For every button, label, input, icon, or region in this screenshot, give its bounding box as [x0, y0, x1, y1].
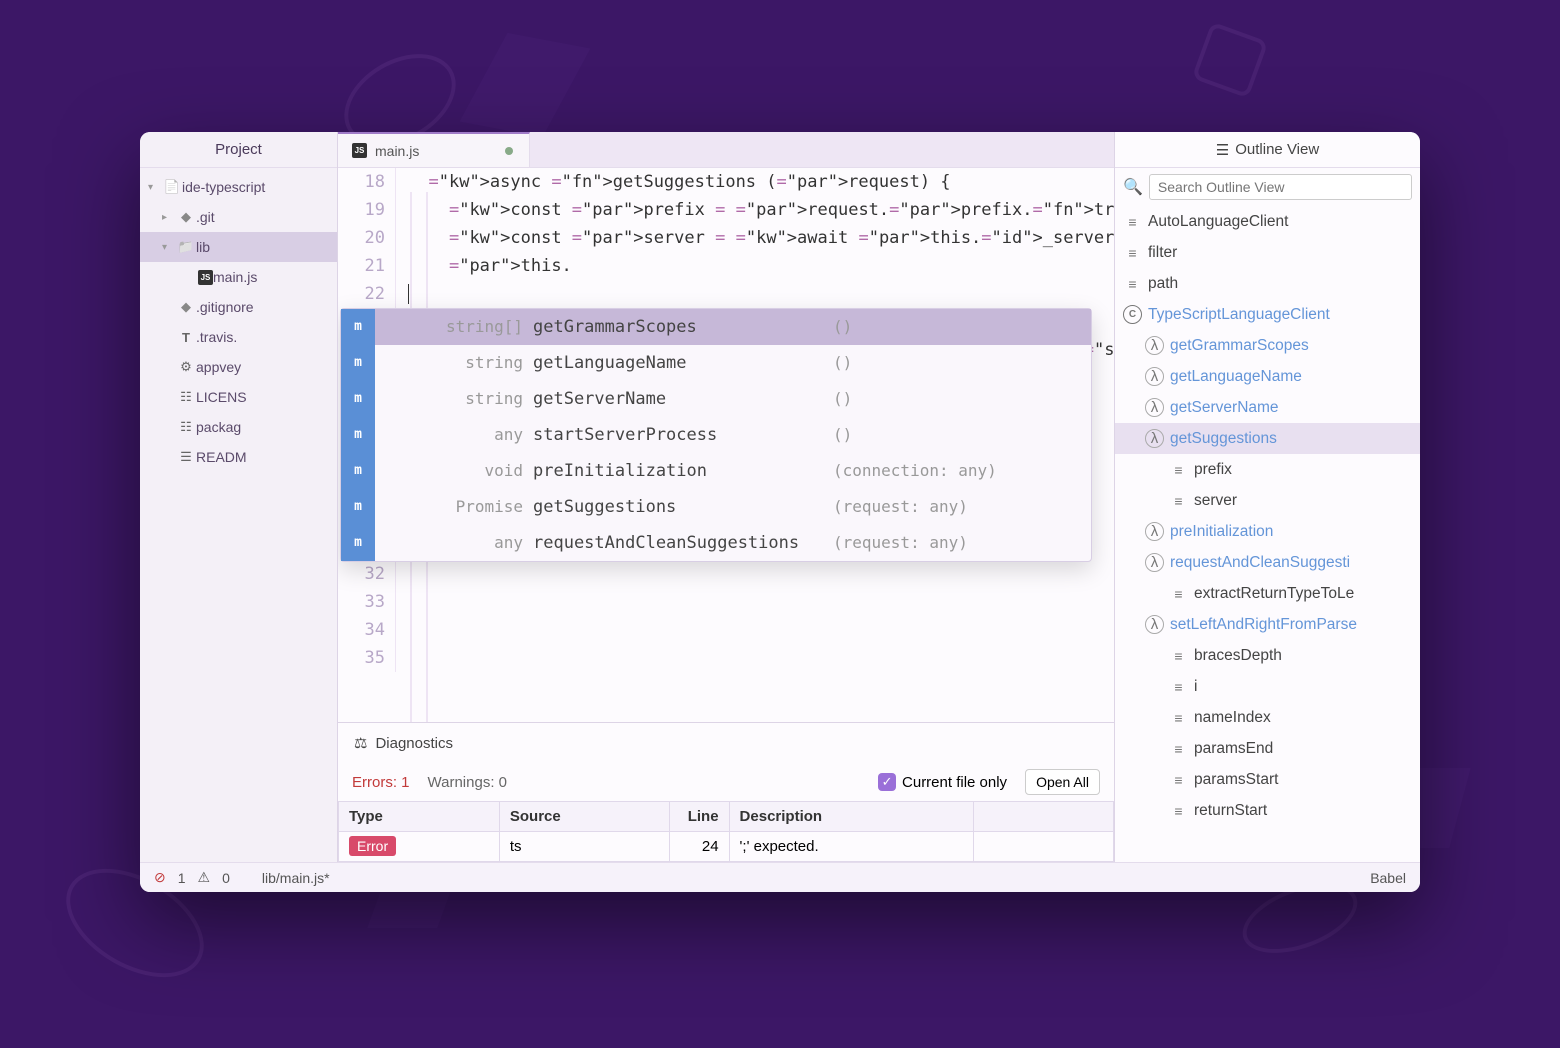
tree-item[interactable]: ▾ide-typescript — [140, 172, 337, 202]
diagnostics-table: TypeSourceLineDescription Errorts24';' e… — [338, 801, 1114, 862]
outline-item[interactable]: requestAndCleanSuggesti — [1115, 547, 1420, 578]
code-editor[interactable]: 181920212223242526272829303132333435 ="k… — [338, 168, 1114, 722]
editor-window: Project ▾ide-typescript▸.git▾libJSmain.j… — [140, 132, 1420, 892]
project-title: Project — [140, 132, 337, 168]
dirty-dot-icon — [505, 147, 513, 155]
tree-item[interactable]: packag — [140, 412, 337, 442]
fn-icon — [1145, 429, 1164, 448]
current-file-only-checkbox[interactable]: ✓ Current file only — [878, 773, 1007, 791]
autocomplete-item[interactable]: mPromisegetSuggestions(request: any) — [341, 489, 1091, 525]
outline-item[interactable]: prefix — [1115, 454, 1420, 485]
outline-item[interactable]: bracesDepth — [1115, 640, 1420, 671]
tree-item[interactable]: appvey — [140, 352, 337, 382]
var-icon — [1123, 274, 1142, 293]
scales-icon: ⚖ — [354, 734, 367, 752]
tree-item[interactable]: ▾lib — [140, 232, 337, 262]
outline-item[interactable]: AutoLanguageClient — [1115, 206, 1420, 237]
autocomplete-item[interactable]: mstringgetServerName() — [341, 381, 1091, 417]
status-path: lib/main.js* — [262, 870, 330, 886]
status-errors: 1 — [178, 870, 186, 886]
var-icon — [1169, 460, 1188, 479]
var-icon — [1169, 770, 1188, 789]
tree-item[interactable]: READM — [140, 442, 337, 472]
tree-item[interactable]: JSmain.js — [140, 262, 337, 292]
autocomplete-item[interactable]: manystartServerProcess() — [341, 417, 1091, 453]
var-icon — [1123, 212, 1142, 231]
status-warnings: 0 — [222, 870, 230, 886]
var-icon — [1169, 739, 1188, 758]
outline-item[interactable]: extractReturnTypeToLe — [1115, 578, 1420, 609]
outline-item[interactable]: TypeScriptLanguageClient — [1115, 299, 1420, 330]
main-area: Project ▾ide-typescript▸.git▾libJSmain.j… — [140, 132, 1420, 862]
tree-item[interactable]: LICENS — [140, 382, 337, 412]
outline-item[interactable]: preInitialization — [1115, 516, 1420, 547]
outline-item[interactable]: i — [1115, 671, 1420, 702]
outline-list[interactable]: AutoLanguageClientfilterpathTypeScriptLa… — [1115, 206, 1420, 862]
error-icon[interactable]: ⊘ — [154, 869, 166, 886]
var-icon — [1169, 584, 1188, 603]
autocomplete-popup[interactable]: mstring[]getGrammarScopes()mstringgetLan… — [340, 308, 1092, 562]
fn-icon — [1145, 615, 1164, 634]
warnings-count: Warnings: 0 — [428, 774, 507, 791]
tab-bar: JS main.js — [338, 132, 1114, 168]
list-icon: ☰ — [1216, 141, 1229, 159]
autocomplete-item[interactable]: mvoidpreInitialization(connection: any) — [341, 453, 1091, 489]
cls-icon — [1123, 305, 1142, 324]
diagnostics-title: Diagnostics — [375, 735, 453, 752]
outline-item[interactable]: filter — [1115, 237, 1420, 268]
var-icon — [1169, 677, 1188, 696]
outline-item[interactable]: setLeftAndRightFromParse — [1115, 609, 1420, 640]
outline-search-input[interactable] — [1149, 174, 1412, 200]
check-icon: ✓ — [878, 773, 896, 791]
tree-item[interactable]: .gitignore — [140, 292, 337, 322]
diagnostic-row[interactable]: Errorts24';' expected. — [339, 832, 1114, 862]
fn-icon — [1145, 336, 1164, 355]
diagnostics-panel: ⚖ Diagnostics Errors: 1 Warnings: 0 ✓ Cu… — [338, 722, 1114, 862]
tab-main-js[interactable]: JS main.js — [338, 132, 530, 167]
var-icon — [1169, 646, 1188, 665]
outline-item[interactable]: returnStart — [1115, 795, 1420, 826]
open-all-button[interactable]: Open All — [1025, 769, 1100, 795]
autocomplete-item[interactable]: manyrequestAndCleanSuggestions(request: … — [341, 525, 1091, 561]
autocomplete-item[interactable]: mstring[]getGrammarScopes() — [341, 309, 1091, 345]
errors-count: Errors: 1 — [352, 774, 410, 791]
tree-item[interactable]: ▸.git — [140, 202, 337, 232]
outline-item[interactable]: getSuggestions — [1115, 423, 1420, 454]
autocomplete-item[interactable]: mstringgetLanguageName() — [341, 345, 1091, 381]
fn-icon — [1145, 522, 1164, 541]
outline-item[interactable]: path — [1115, 268, 1420, 299]
outline-panel: ☰ Outline View 🔍 AutoLanguageClientfilte… — [1114, 132, 1420, 862]
js-icon: JS — [352, 143, 367, 158]
project-panel: Project ▾ide-typescript▸.git▾libJSmain.j… — [140, 132, 338, 862]
outline-item[interactable]: getLanguageName — [1115, 361, 1420, 392]
search-icon: 🔍 — [1123, 177, 1143, 197]
outline-item[interactable]: paramsEnd — [1115, 733, 1420, 764]
outline-item[interactable]: nameIndex — [1115, 702, 1420, 733]
fn-icon — [1145, 553, 1164, 572]
fn-icon — [1145, 398, 1164, 417]
outline-item[interactable]: getServerName — [1115, 392, 1420, 423]
outline-item[interactable]: paramsStart — [1115, 764, 1420, 795]
var-icon — [1169, 491, 1188, 510]
tree-item[interactable]: .travis. — [140, 322, 337, 352]
outline-item[interactable]: getGrammarScopes — [1115, 330, 1420, 361]
var-icon — [1169, 801, 1188, 820]
warning-icon[interactable]: ⚠ — [198, 869, 211, 886]
editor-column: JS main.js 18192021222324252627282930313… — [338, 132, 1114, 862]
var-icon — [1123, 243, 1142, 262]
var-icon — [1169, 708, 1188, 727]
status-bar: ⊘ 1 ⚠ 0 lib/main.js* Babel — [140, 862, 1420, 892]
fn-icon — [1145, 367, 1164, 386]
code-lines[interactable]: ="kw">async ="fn">getSuggestions (="par"… — [408, 168, 1114, 420]
project-tree[interactable]: ▾ide-typescript▸.git▾libJSmain.js.gitign… — [140, 168, 337, 472]
outline-title: Outline View — [1235, 141, 1319, 158]
outline-item[interactable]: server — [1115, 485, 1420, 516]
status-language[interactable]: Babel — [1370, 870, 1406, 886]
tab-label: main.js — [375, 143, 419, 159]
